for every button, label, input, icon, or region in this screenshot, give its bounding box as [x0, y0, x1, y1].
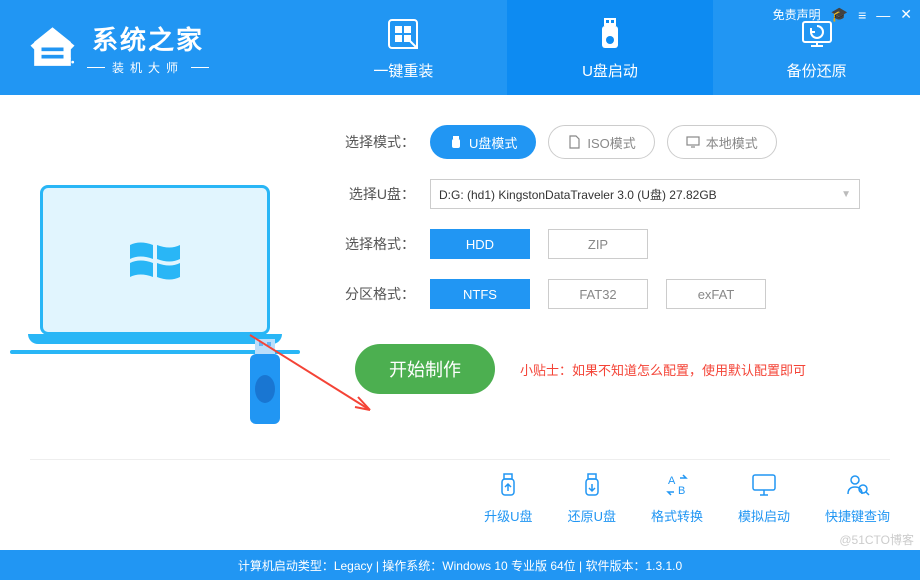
mode-label: 选择模式：: [340, 132, 415, 152]
tool-simulate[interactable]: 模拟启动: [738, 470, 790, 525]
logo-title: 系统之家: [92, 20, 204, 57]
usb-up-icon: [493, 470, 523, 500]
tab-label: 备份还原: [787, 60, 847, 81]
house-icon: [25, 20, 80, 75]
usb-select[interactable]: D:G: (hd1) KingstonDataTraveler 3.0 (U盘)…: [430, 179, 860, 209]
partition-label: 分区格式：: [340, 284, 415, 304]
logo: 系统之家 装机大师: [0, 20, 300, 76]
usb-small-icon: [449, 135, 463, 149]
search-person-icon: [842, 470, 872, 500]
status-bar: 计算机启动类型：Legacy | 操作系统：Windows 10 专业版 64位…: [0, 550, 920, 580]
graduation-icon[interactable]: 🎓: [831, 6, 848, 23]
tab-label: 一键重装: [373, 60, 433, 81]
start-button[interactable]: 开始制作: [355, 344, 495, 394]
tip-text: 小贴士：如果不知道怎么配置，使用默认配置即可: [520, 360, 806, 379]
fmt-hdd[interactable]: HDD: [430, 229, 530, 259]
part-ntfs[interactable]: NTFS: [430, 279, 530, 309]
settings-icon[interactable]: ≡: [858, 7, 866, 23]
usb-down-icon: [577, 470, 607, 500]
usb-stick-icon: [240, 334, 290, 434]
close-button[interactable]: ✕: [900, 6, 912, 23]
svg-text:B: B: [678, 485, 685, 497]
tool-hotkey[interactable]: 快捷键查询: [825, 470, 890, 525]
divider: [30, 459, 890, 460]
windows-install-icon: [383, 14, 423, 54]
usb-select-value: D:G: (hd1) KingstonDataTraveler 3.0 (U盘)…: [439, 186, 717, 203]
tab-reinstall[interactable]: 一键重装: [300, 0, 507, 95]
minimize-button[interactable]: —: [876, 7, 890, 23]
watermark: @51CTO博客: [839, 531, 914, 548]
fmt-zip[interactable]: ZIP: [548, 229, 648, 259]
tool-upgrade-usb[interactable]: 升级U盘: [484, 470, 532, 525]
tool-convert[interactable]: AB 格式转换: [651, 470, 703, 525]
disclaimer-link[interactable]: 免责声明: [773, 6, 821, 23]
convert-icon: AB: [662, 470, 692, 500]
chevron-down-icon: ▼: [841, 189, 851, 200]
part-exfat[interactable]: exFAT: [666, 279, 766, 309]
svg-text:A: A: [668, 475, 676, 487]
mode-local[interactable]: 本地模式: [667, 125, 777, 159]
part-fat32[interactable]: FAT32: [548, 279, 648, 309]
tab-usb-boot[interactable]: U盘启动: [507, 0, 714, 95]
monitor-icon: [749, 470, 779, 500]
windows-flag-icon: [125, 235, 185, 285]
usb-label: 选择U盘：: [340, 184, 415, 204]
iso-icon: [567, 135, 581, 149]
tool-restore-usb[interactable]: 还原U盘: [568, 470, 616, 525]
usb-icon: [590, 14, 630, 54]
format-label: 选择格式：: [340, 234, 415, 254]
mode-iso[interactable]: ISO模式: [548, 125, 654, 159]
mode-usb[interactable]: U盘模式: [430, 125, 536, 159]
monitor-small-icon: [686, 135, 700, 149]
illustration: [40, 125, 310, 394]
tab-label: U盘启动: [582, 60, 638, 81]
logo-subtitle: 装机大师: [92, 59, 204, 76]
